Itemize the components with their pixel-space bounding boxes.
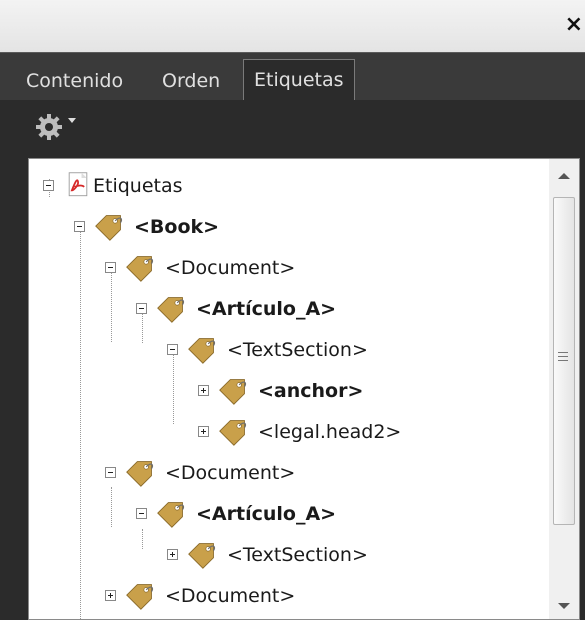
tree-node[interactable]: <Document> — [105, 579, 545, 615]
tag-icon — [126, 584, 154, 610]
tag-icon — [126, 256, 154, 282]
expand-icon[interactable] — [198, 426, 209, 437]
tag-icon — [188, 338, 216, 364]
tag-icon — [188, 543, 216, 569]
collapse-icon[interactable] — [136, 508, 147, 519]
expand-icon[interactable] — [105, 590, 116, 601]
collapse-icon[interactable] — [43, 180, 54, 191]
tag-icon — [219, 379, 247, 405]
tab-orden[interactable]: Orden — [162, 61, 220, 101]
collapse-icon[interactable] — [105, 262, 116, 273]
tree-node-label: <TextSection> — [227, 544, 368, 566]
tag-icon — [95, 215, 123, 241]
collapse-icon[interactable] — [105, 467, 116, 478]
scrollbar-thumb[interactable] — [553, 197, 575, 525]
tree-node[interactable]: <anchor> — [198, 374, 549, 410]
tab-contenido[interactable]: Contenido — [26, 61, 123, 101]
tree-node-label: <legal.head2> — [258, 421, 402, 443]
tree-node-label: <Artículo_A> — [196, 298, 337, 320]
scroll-down-arrow-icon[interactable] — [558, 603, 570, 609]
tree-node[interactable]: <Book> — [74, 210, 514, 246]
tree-node[interactable]: <Document> — [105, 251, 545, 287]
pdf-icon — [68, 172, 88, 197]
tags-tree: Etiquetas <Book> <Document> <Artículo_A> <Te… — [28, 158, 550, 620]
panel-tab-strip: Contenido Orden Etiquetas — [0, 52, 585, 102]
tree-node[interactable]: <Artículo_A> — [136, 292, 549, 328]
tag-icon — [219, 420, 247, 446]
tree-node-label: <anchor> — [258, 380, 364, 402]
collapse-icon[interactable] — [136, 303, 147, 314]
tree-node[interactable]: Etiquetas — [43, 169, 483, 205]
tree-node-label: <Artículo_A> — [196, 503, 337, 525]
expand-icon[interactable] — [198, 385, 209, 396]
vertical-scrollbar[interactable] — [549, 158, 580, 620]
expand-icon[interactable] — [167, 549, 178, 560]
tag-icon — [157, 297, 185, 323]
collapse-icon[interactable] — [74, 221, 85, 232]
tree-node[interactable]: <Artículo_A> — [136, 497, 549, 533]
tree-node[interactable]: <legal.head2> — [198, 415, 549, 451]
chevron-down-icon[interactable] — [68, 118, 76, 123]
window-titlebar: × — [0, 0, 585, 52]
tab-etiquetas[interactable]: Etiquetas — [243, 59, 355, 102]
tag-icon — [157, 502, 185, 528]
tag-icon — [126, 461, 154, 487]
tree-node-label: <Book> — [134, 216, 220, 238]
tree-node[interactable]: <TextSection> — [167, 538, 549, 574]
tree-node-label: <Document> — [165, 585, 296, 607]
gear-icon[interactable] — [34, 112, 64, 142]
grip-icon — [558, 352, 568, 364]
close-button[interactable]: × — [565, 12, 583, 37]
scroll-up-arrow-icon[interactable] — [558, 173, 570, 179]
tags-panel: Etiquetas <Book> <Document> <Artículo_A> <Te… — [0, 154, 585, 620]
tree-node[interactable]: <Document> — [105, 456, 545, 492]
tree-node-label: <TextSection> — [227, 339, 368, 361]
tree-node-label: Etiquetas — [93, 175, 183, 197]
collapse-icon[interactable] — [167, 344, 178, 355]
tree-node-label: <Document> — [165, 257, 296, 279]
tree-node-label: <Document> — [165, 462, 296, 484]
tree-node[interactable]: <TextSection> — [167, 333, 549, 369]
tags-toolbar — [0, 100, 585, 154]
